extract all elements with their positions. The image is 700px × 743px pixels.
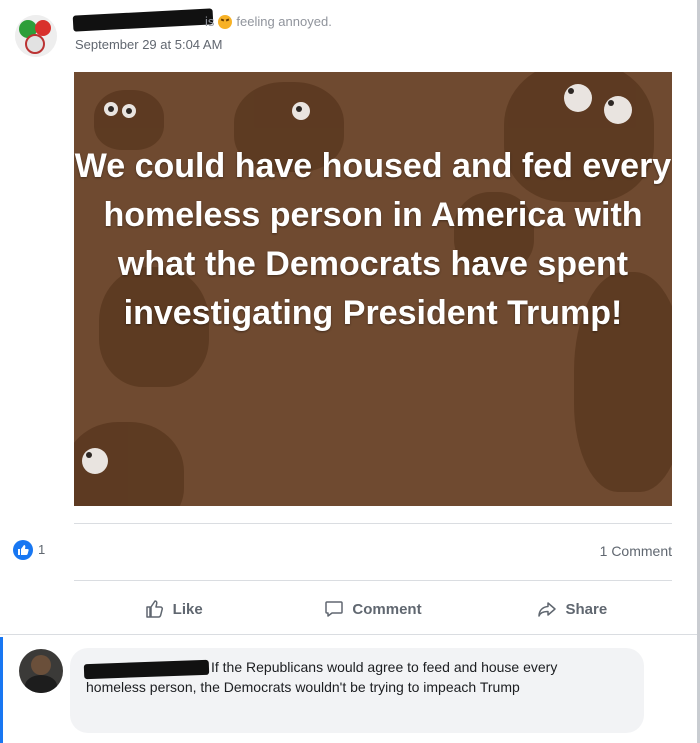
poster-name-redaction — [72, 8, 214, 32]
divider — [0, 634, 697, 635]
image-caption: We could have housed and fed every homel… — [74, 147, 672, 332]
like-button[interactable]: Like — [74, 591, 273, 627]
post-actions: Like Comment Share — [74, 591, 672, 627]
like-reaction-icon[interactable] — [13, 540, 33, 560]
comment-bubble-icon — [325, 601, 344, 617]
reactions-bar: 1 1 Comment — [0, 536, 697, 566]
post-image[interactable]: We could have housed and fed every homel… — [74, 72, 672, 506]
poo-emoji-decoration — [94, 90, 164, 150]
annoyed-emoji-icon — [218, 14, 233, 29]
commenter-avatar[interactable] — [19, 649, 63, 693]
comment-count-link[interactable]: 1 Comment — [600, 543, 672, 559]
share-button[interactable]: Share — [473, 591, 672, 627]
share-label: Share — [565, 600, 608, 618]
divider — [74, 580, 672, 581]
like-count[interactable]: 1 — [38, 542, 45, 557]
thumbs-up-icon — [145, 600, 163, 618]
comment-item: If the Republicans would agree to feed a… — [0, 637, 700, 743]
divider — [74, 523, 672, 524]
post-timestamp[interactable]: September 29 at 5:04 AM — [75, 37, 222, 52]
post-feeling-line: is feeling annoyed. — [205, 14, 332, 29]
status-verb: is — [205, 14, 215, 29]
comment-label: Comment — [352, 600, 422, 618]
comment-button[interactable]: Comment — [273, 591, 472, 627]
poo-emoji-decoration — [74, 422, 184, 506]
facebook-post: is feeling annoyed. September 29 at 5:04… — [0, 0, 700, 743]
feeling-text[interactable]: feeling annoyed. — [236, 14, 331, 29]
like-label: Like — [172, 600, 203, 618]
poster-avatar[interactable] — [15, 15, 57, 57]
share-arrow-icon — [538, 602, 557, 617]
